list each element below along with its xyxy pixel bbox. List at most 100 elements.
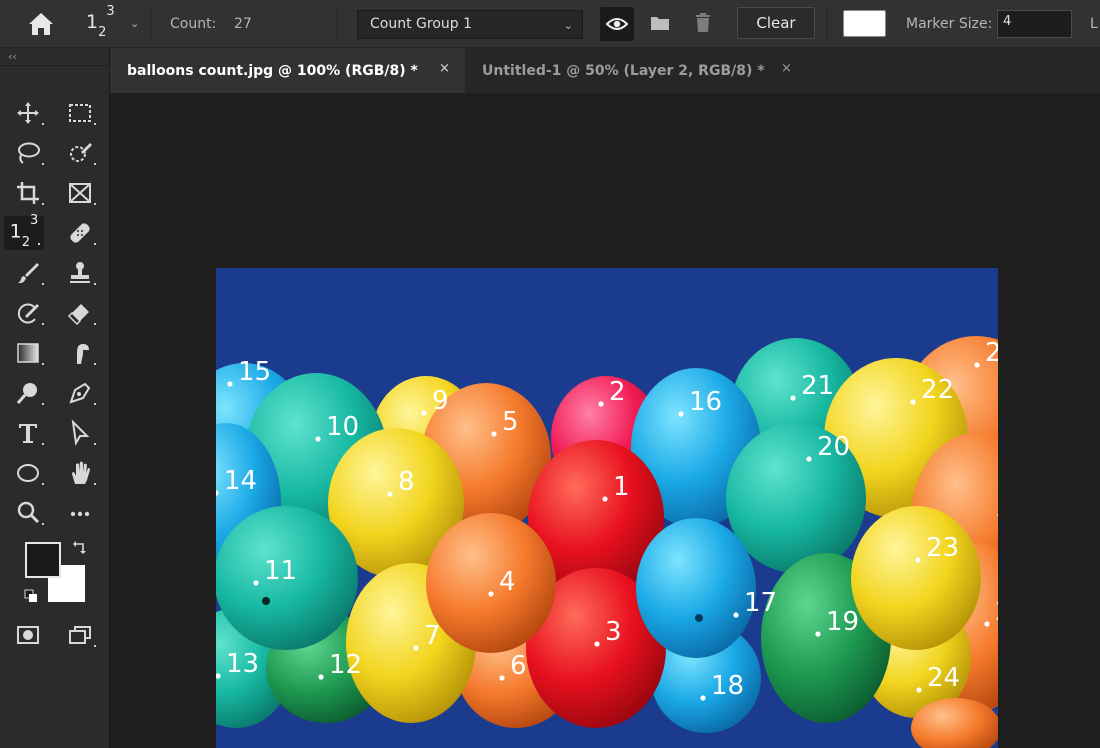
count-marker-11[interactable]: 11 [253,556,297,586]
default-colors-icon [24,589,37,602]
history-brush-tool[interactable] [8,296,48,330]
type-tool[interactable] [8,416,48,450]
ellipse-tool[interactable] [8,456,48,490]
count-marker-19[interactable]: 19 [815,607,859,637]
edit-toolbar-button[interactable] [60,496,100,530]
count-marker-dot [915,557,921,563]
count-marker-6[interactable]: 6 [499,651,527,681]
eraser-tool[interactable] [60,296,100,330]
count-marker-20[interactable]: 20 [806,432,850,462]
count-marker-label: 22 [921,375,954,405]
smudge-tool[interactable] [60,336,100,370]
count-group-select[interactable]: Count Group 1 ⌄ [357,10,583,39]
swap-icon [73,541,86,554]
count-marker-2[interactable]: 2 [598,377,626,407]
tool-preset-picker[interactable]: 123 [86,4,115,40]
toggle-visibility-button[interactable] [600,7,634,41]
count-marker-dot [421,410,427,416]
dodge-icon [16,383,37,404]
count-marker-24[interactable]: 24 [916,663,960,693]
count-marker-27[interactable]: 27 [974,338,998,368]
type-icon [19,424,37,443]
count-marker-18[interactable]: 18 [700,671,744,701]
count-marker-13[interactable]: 13 [216,649,259,679]
home-button[interactable] [22,10,60,38]
count-marker-7[interactable]: 7 [413,621,441,651]
count-marker-dot [598,401,604,407]
quick-selection-tool[interactable] [60,136,100,170]
hand-tool[interactable] [60,456,100,490]
count-marker-dot [790,395,796,401]
frame-icon [69,183,91,203]
smudge-icon [77,344,89,364]
count-marker-label: 3 [605,617,622,647]
chevron-down-icon[interactable]: ⌄ [130,17,139,30]
count-marker-label: 14 [224,466,257,496]
hand-icon [72,461,90,484]
foreground-color-swatch[interactable] [25,542,61,578]
move-tool[interactable] [8,96,48,130]
count-marker-label: 16 [689,387,722,417]
close-icon[interactable]: × [781,62,792,76]
count-marker-26[interactable]: 26 [997,488,998,518]
count-marker-label: 23 [926,533,959,563]
divider [827,8,828,40]
delete-count-group-button[interactable] [694,12,712,33]
count-icon: 123 [9,213,39,250]
lasso-tool[interactable] [8,136,48,170]
screen-mode-button[interactable] [60,618,100,652]
move-icon [17,102,39,124]
count-marker-17[interactable]: 17 [733,588,777,618]
trash-icon [696,13,710,32]
crop-tool[interactable] [8,176,48,210]
count-marker-14[interactable]: 14 [216,466,257,496]
folder-icon [651,17,669,30]
pen-tool[interactable] [60,376,100,410]
path-selection-tool[interactable] [60,416,100,450]
clone-stamp-tool[interactable] [60,256,100,290]
panel-header-divider [0,65,110,66]
count-marker-8[interactable]: 8 [387,467,415,497]
marker-size-input[interactable]: 4 [997,10,1072,38]
gradient-tool[interactable] [8,336,48,370]
count-marker-15[interactable]: 15 [227,357,271,387]
count-marker-10[interactable]: 10 [315,412,359,442]
count-marker-4[interactable]: 4 [488,567,516,597]
count-marker-5[interactable]: 5 [491,407,519,437]
count-marker-dot [227,381,233,387]
count-marker-label: 5 [502,407,519,437]
count-tool[interactable]: 123 [4,213,44,250]
clear-button[interactable]: Clear [737,7,815,39]
count-marker-1[interactable]: 1 [602,472,630,502]
close-icon[interactable]: × [439,62,450,76]
marquee-tool[interactable] [60,96,100,130]
tab-untitled-1[interactable]: Untitled-1 @ 50% (Layer 2, RGB/8) * × [465,48,795,93]
count-marker-dot [910,399,916,405]
dodge-tool[interactable] [8,376,48,410]
count-marker-label: 25 [995,597,998,627]
count-marker-21[interactable]: 21 [790,371,834,401]
marker-color-swatch[interactable] [843,10,886,37]
zoom-tool[interactable] [8,496,48,530]
collapse-panel-button[interactable]: ‹‹ [8,50,17,63]
count-marker-3[interactable]: 3 [594,617,622,647]
swap-colors-button[interactable] [72,540,88,556]
default-colors-button[interactable] [24,588,38,602]
count-marker-9[interactable]: 9 [421,386,449,416]
brush-tool[interactable] [8,256,48,290]
document-canvas[interactable]: 1 2 3 4 5 6 7 8 9 10 11 12 13 14 15 16 17 18 19 20 21 22 23 24 2… [216,268,998,748]
count-marker-16[interactable]: 16 [678,387,722,417]
frame-tool[interactable] [60,176,100,210]
tab-balloons-count[interactable]: balloons count.jpg @ 100% (RGB/8) * × [110,48,465,93]
count-marker-22[interactable]: 22 [910,375,954,405]
count-marker-dot [413,645,419,651]
count-marker-23[interactable]: 23 [915,533,959,563]
quick-mask-button[interactable] [8,618,48,652]
spot-healing-tool[interactable] [60,216,100,250]
count-marker-25[interactable]: 25 [984,597,998,627]
clone-stamp-icon [70,262,90,283]
count-marker-label: 1 [613,472,630,502]
count-marker-12[interactable]: 12 [318,650,362,680]
count-marker-dot [733,612,739,618]
new-count-group-button[interactable] [650,14,670,32]
